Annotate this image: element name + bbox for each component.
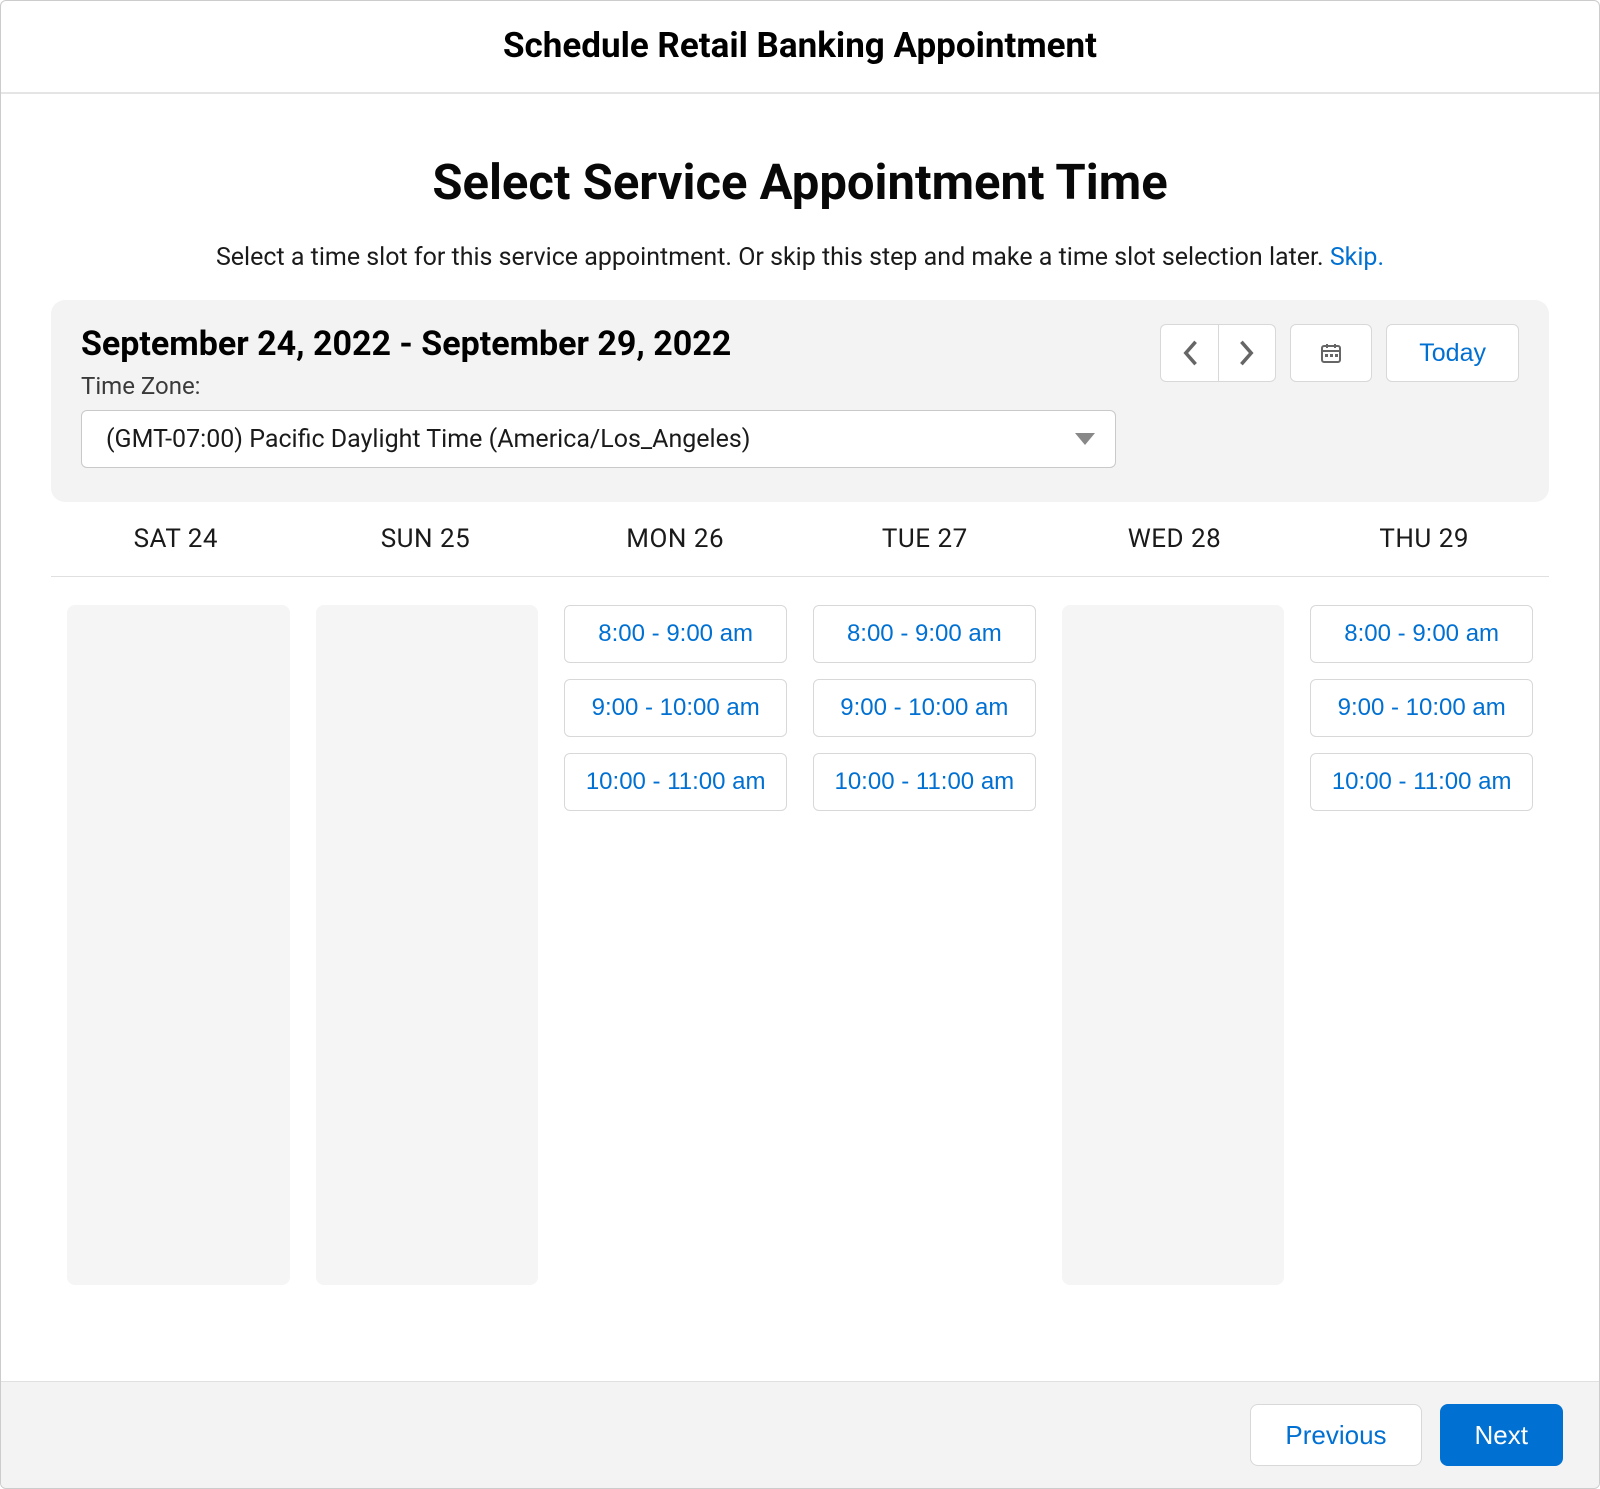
time-slot-button[interactable]: 10:00 - 11:00 am bbox=[1310, 753, 1533, 811]
time-slot-button[interactable]: 8:00 - 9:00 am bbox=[813, 605, 1036, 663]
date-toolbar: September 24, 2022 - September 29, 2022 … bbox=[51, 300, 1549, 502]
content-scroll-area[interactable]: Select Service Appointment Time Select a… bbox=[1, 94, 1599, 1381]
prev-week-button[interactable] bbox=[1160, 324, 1218, 382]
modal-header: Schedule Retail Banking Appointment bbox=[1, 1, 1599, 94]
time-slot-button[interactable]: 9:00 - 10:00 am bbox=[1310, 679, 1533, 737]
timezone-select[interactable]: (GMT-07:00) Pacific Daylight Time (Ameri… bbox=[81, 410, 1116, 468]
page-title: Schedule Retail Banking Appointment bbox=[1, 25, 1599, 66]
day-header-row: SAT 24SUN 25MON 26TUE 27WED 28THU 29 bbox=[51, 502, 1549, 577]
day-header: TUE 27 bbox=[800, 524, 1050, 554]
today-button[interactable]: Today bbox=[1386, 324, 1519, 382]
time-slot-button[interactable]: 9:00 - 10:00 am bbox=[564, 679, 787, 737]
chevron-right-icon bbox=[1238, 339, 1256, 367]
time-slot-button[interactable]: 9:00 - 10:00 am bbox=[813, 679, 1036, 737]
day-column bbox=[1062, 605, 1285, 1285]
next-week-button[interactable] bbox=[1218, 324, 1276, 382]
chevron-left-icon bbox=[1181, 339, 1199, 367]
day-header: WED 28 bbox=[1050, 524, 1300, 554]
time-slot-button[interactable]: 8:00 - 9:00 am bbox=[564, 605, 787, 663]
chevron-down-icon bbox=[1075, 433, 1095, 445]
previous-button[interactable]: Previous bbox=[1250, 1404, 1421, 1466]
time-slots-grid: 8:00 - 9:00 am 9:00 - 10:00 am 10:00 - 11:… bbox=[51, 577, 1549, 1313]
day-column bbox=[67, 605, 290, 1285]
section-subtitle: Select a time slot for this service appo… bbox=[51, 243, 1549, 272]
day-header: MON 26 bbox=[550, 524, 800, 554]
timezone-value: (GMT-07:00) Pacific Daylight Time (Ameri… bbox=[106, 425, 751, 454]
day-header: SUN 25 bbox=[301, 524, 551, 554]
day-header: SAT 24 bbox=[51, 524, 301, 554]
day-column: 8:00 - 9:00 am 9:00 - 10:00 am 10:00 - 11:… bbox=[813, 605, 1036, 1285]
day-header: THU 29 bbox=[1299, 524, 1549, 554]
date-range-label: September 24, 2022 - September 29, 2022 bbox=[81, 324, 1116, 364]
day-column bbox=[316, 605, 539, 1285]
time-slot-button[interactable]: 10:00 - 11:00 am bbox=[813, 753, 1036, 811]
calendar-icon bbox=[1319, 341, 1343, 365]
time-slot-button[interactable]: 10:00 - 11:00 am bbox=[564, 753, 787, 811]
next-button[interactable]: Next bbox=[1440, 1404, 1563, 1466]
footer-bar: Previous Next bbox=[1, 1381, 1599, 1488]
day-column: 8:00 - 9:00 am 9:00 - 10:00 am 10:00 - 11:… bbox=[564, 605, 787, 1285]
calendar-picker-button[interactable] bbox=[1290, 324, 1372, 382]
day-column: 8:00 - 9:00 am 9:00 - 10:00 am 10:00 - 11:… bbox=[1310, 605, 1533, 1285]
section-heading: Select Service Appointment Time bbox=[51, 154, 1549, 211]
skip-link[interactable]: Skip. bbox=[1330, 243, 1384, 272]
timezone-label: Time Zone: bbox=[81, 372, 1116, 400]
time-slot-button[interactable]: 8:00 - 9:00 am bbox=[1310, 605, 1533, 663]
